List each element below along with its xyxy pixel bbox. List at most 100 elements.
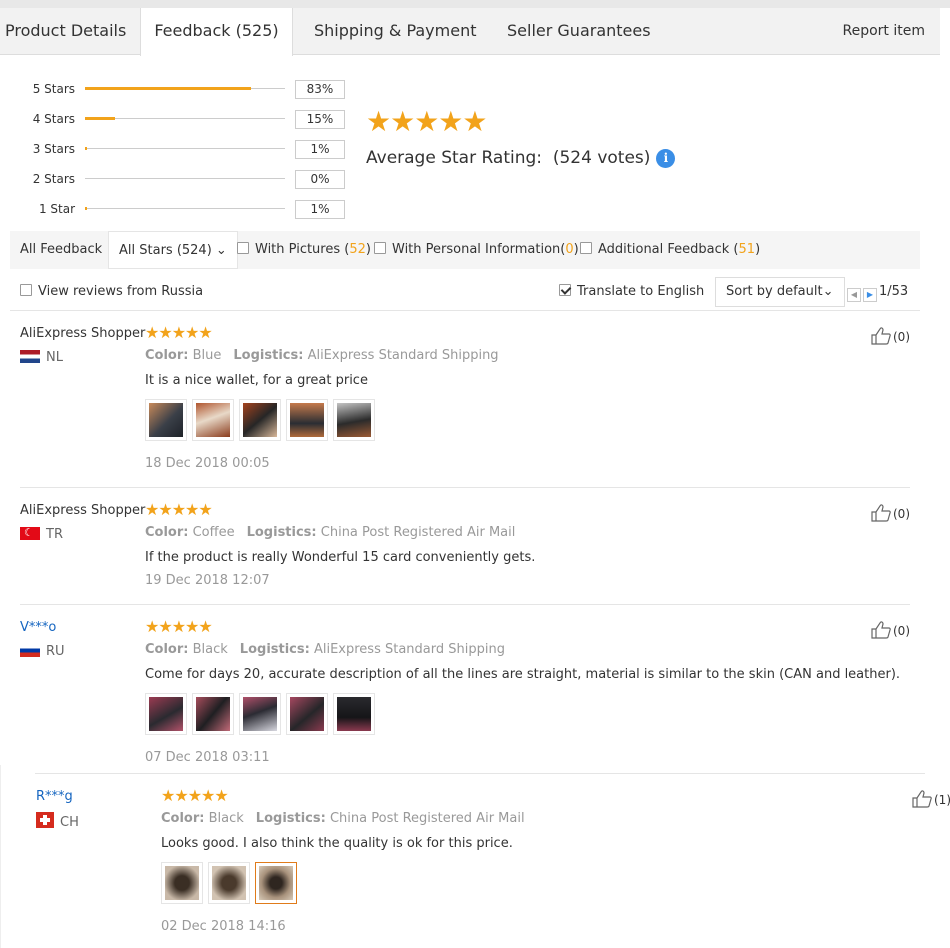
with-personal-count: 0 [565, 242, 574, 257]
review-stars-icon: ★★★★★ [145, 323, 213, 342]
review-text: Come for days 20, accurate description o… [145, 667, 901, 682]
helpful-button[interactable]: (1) [912, 790, 950, 809]
histogram-row-1[interactable]: 1 Star 1% [0, 199, 350, 219]
top-strip [0, 0, 950, 8]
divider [0, 765, 1, 948]
tab-product-details[interactable]: Product Details [5, 8, 126, 55]
review-photo[interactable] [286, 693, 328, 735]
average-rating-label: Average Star Rating: [366, 148, 543, 168]
histogram-track [85, 147, 285, 150]
flag-nl-icon [20, 350, 40, 363]
review-photo[interactable] [145, 693, 187, 735]
average-rating-text: Average Star Rating: (524 votes) i [366, 146, 676, 170]
with-personal-info-filter[interactable]: With Personal Information(0) [374, 231, 579, 269]
thumbs-up-icon [871, 327, 891, 345]
review-item: AliExpress Shopper NL ★★★★★ Color: Blue L… [20, 323, 910, 475]
histogram-row-5[interactable]: 5 Stars 83% [0, 79, 350, 99]
review-photo[interactable] [333, 693, 375, 735]
review-photo-selected[interactable] [255, 862, 297, 904]
review-photo[interactable] [161, 862, 203, 904]
tab-feedback[interactable]: Feedback (525) [140, 8, 293, 56]
options-row: View reviews from Russia Translate to En… [20, 277, 920, 307]
histogram-row-3[interactable]: 3 Stars 1% [0, 139, 350, 159]
view-russia-label: View reviews from Russia [38, 284, 204, 299]
helpful-button[interactable]: (0) [871, 504, 910, 523]
helpful-button[interactable]: (0) [871, 327, 910, 346]
with-pictures-filter[interactable]: With Pictures (52) [237, 231, 371, 269]
thumbs-up-icon [871, 504, 891, 522]
review-country: CH [36, 812, 79, 832]
histogram-track [85, 178, 285, 179]
histogram-percent: 83% [295, 80, 345, 99]
review-text: Looks good. I also think the quality is … [161, 836, 513, 851]
review-photo[interactable] [145, 399, 187, 441]
logistics-value: AliExpress Standard Shipping [313, 642, 505, 657]
view-russia-option[interactable]: View reviews from Russia [20, 278, 203, 306]
color-value: Blue [192, 348, 222, 363]
translate-option[interactable]: Translate to English [559, 278, 704, 306]
thumbs-up-icon [871, 621, 891, 639]
review-stars-icon: ★★★★★ [161, 786, 229, 805]
all-feedback-filter[interactable]: All Feedback [20, 231, 102, 269]
filter-bar: All Feedback All Stars (524) ⌄ With Pict… [10, 231, 920, 269]
color-label: Color: [145, 525, 189, 540]
review-photo[interactable] [192, 693, 234, 735]
review-country: NL [20, 349, 63, 367]
review-photo[interactable] [239, 399, 281, 441]
review-date: 19 Dec 2018 12:07 [145, 573, 270, 588]
color-value: Black [192, 642, 228, 657]
all-stars-select[interactable]: All Stars (524) ⌄ [108, 231, 238, 269]
country-code: TR [46, 527, 63, 542]
info-icon[interactable]: i [656, 149, 676, 168]
review-photo[interactable] [239, 693, 281, 735]
logistics-label: Logistics: [255, 811, 326, 826]
checkbox-icon[interactable] [20, 284, 32, 296]
review-item: AliExpress Shopper TR ★★★★★ Color: Coffe… [20, 500, 910, 592]
review-attributes: Color: Coffee Logistics: China Post Regis… [145, 524, 515, 542]
review-photo[interactable] [208, 862, 250, 904]
tab-seller-guarantees[interactable]: Seller Guarantees [507, 8, 651, 55]
prev-page-icon[interactable]: ◀ [847, 288, 861, 302]
close-paren: ) [365, 242, 371, 257]
review-user-link[interactable]: V***o [20, 619, 56, 637]
page-indicator: 1/53 [879, 284, 909, 299]
histogram-row-4[interactable]: 4 Stars 15% [0, 109, 350, 129]
review-photo[interactable] [192, 399, 234, 441]
review-attributes: Color: Blue Logistics: AliExpress Standar… [145, 347, 499, 365]
checkbox-checked-icon[interactable] [559, 284, 571, 296]
country-code: NL [46, 350, 63, 365]
review-user-link[interactable]: R***g [36, 788, 73, 806]
additional-feedback-filter[interactable]: Additional Feedback (51) [580, 231, 760, 269]
review-stars-icon: ★★★★★ [145, 500, 213, 519]
review-user: AliExpress Shopper [20, 503, 146, 518]
flag-tr-icon [20, 527, 40, 540]
review-user: AliExpress Shopper [20, 326, 146, 341]
flag-ch-icon [36, 812, 54, 828]
next-page-icon[interactable]: ▶ [863, 288, 877, 302]
review-country: TR [20, 526, 63, 544]
histogram-row-2[interactable]: 2 Stars 0% [0, 169, 350, 189]
tab-bar: Product Details Feedback (525) Shipping … [0, 8, 940, 56]
additional-label: Additional Feedback ( [598, 242, 739, 257]
divider [20, 604, 910, 605]
report-item-link[interactable]: Report item [843, 8, 926, 54]
sort-select[interactable]: Sort by default⌄ [715, 277, 845, 307]
logistics-label: Logistics: [246, 525, 317, 540]
color-label: Color: [145, 348, 189, 363]
checkbox-icon[interactable] [374, 242, 386, 254]
tab-shipping-payment[interactable]: Shipping & Payment [314, 8, 477, 55]
checkbox-icon[interactable] [580, 242, 592, 254]
review-item: V***o RU ★★★★★ Color: Black Logistics: Al… [20, 618, 910, 769]
divider [10, 310, 920, 311]
histogram-fill [85, 147, 87, 150]
helpful-button[interactable]: (0) [871, 621, 910, 640]
review-date: 07 Dec 2018 03:11 [145, 750, 270, 765]
checkbox-icon[interactable] [237, 242, 249, 254]
helpful-count: (0) [893, 507, 910, 521]
histogram-label: 1 Star [38, 202, 75, 216]
review-item: R***g CH ★★★★★ Color: Black Logistics: Ch… [36, 786, 950, 938]
histogram-label: 4 Stars [32, 112, 75, 126]
histogram-fill [85, 117, 115, 120]
review-photo[interactable] [333, 399, 375, 441]
review-photo[interactable] [286, 399, 328, 441]
